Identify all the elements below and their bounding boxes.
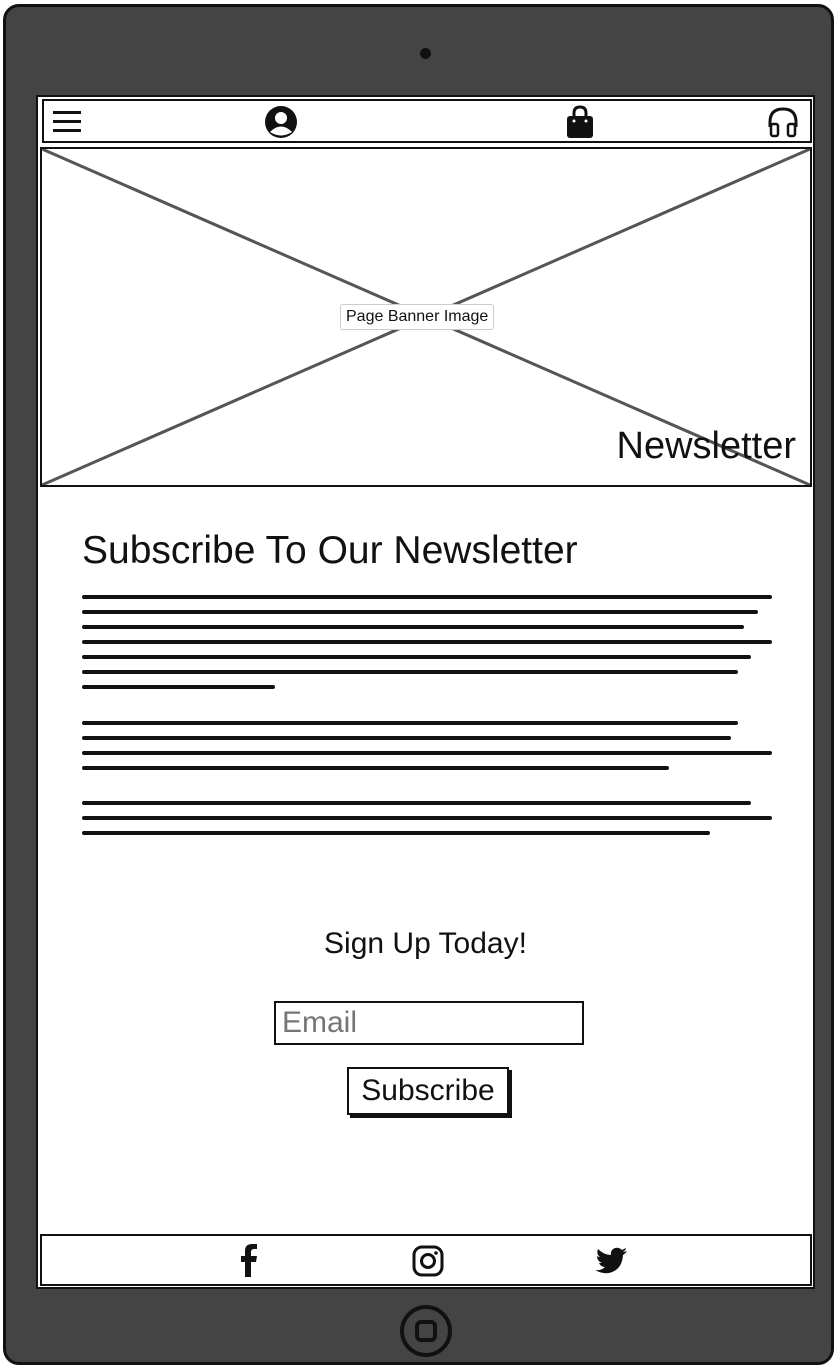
account-icon[interactable] <box>264 105 298 139</box>
instagram-icon[interactable] <box>411 1244 445 1278</box>
subscribe-button[interactable]: Subscribe <box>347 1067 509 1115</box>
headphones-icon[interactable] <box>766 105 800 139</box>
placeholder-text-block <box>82 721 772 781</box>
banner-title: Newsletter <box>616 425 797 467</box>
page-banner-image: Page Banner Image Newsletter <box>40 147 812 487</box>
hamburger-menu-icon[interactable] <box>50 105 84 139</box>
placeholder-text-block <box>82 801 772 846</box>
twitter-icon[interactable] <box>594 1244 628 1278</box>
signup-title: Sign Up Today! <box>324 927 527 960</box>
screen: Page Banner Image Newsletter Subscribe T… <box>36 95 815 1289</box>
home-button[interactable] <box>400 1305 452 1357</box>
shopping-bag-icon[interactable] <box>563 105 597 139</box>
facebook-icon[interactable] <box>232 1244 266 1278</box>
banner-image-label: Page Banner Image <box>340 304 495 330</box>
camera <box>420 48 431 59</box>
top-nav-bar <box>42 99 812 143</box>
page-heading: Subscribe To Our Newsletter <box>82 529 578 572</box>
footer-social-bar <box>40 1234 812 1286</box>
email-input[interactable] <box>274 1001 584 1045</box>
tablet-frame: Page Banner Image Newsletter Subscribe T… <box>3 4 834 1365</box>
placeholder-text-block <box>82 595 772 700</box>
